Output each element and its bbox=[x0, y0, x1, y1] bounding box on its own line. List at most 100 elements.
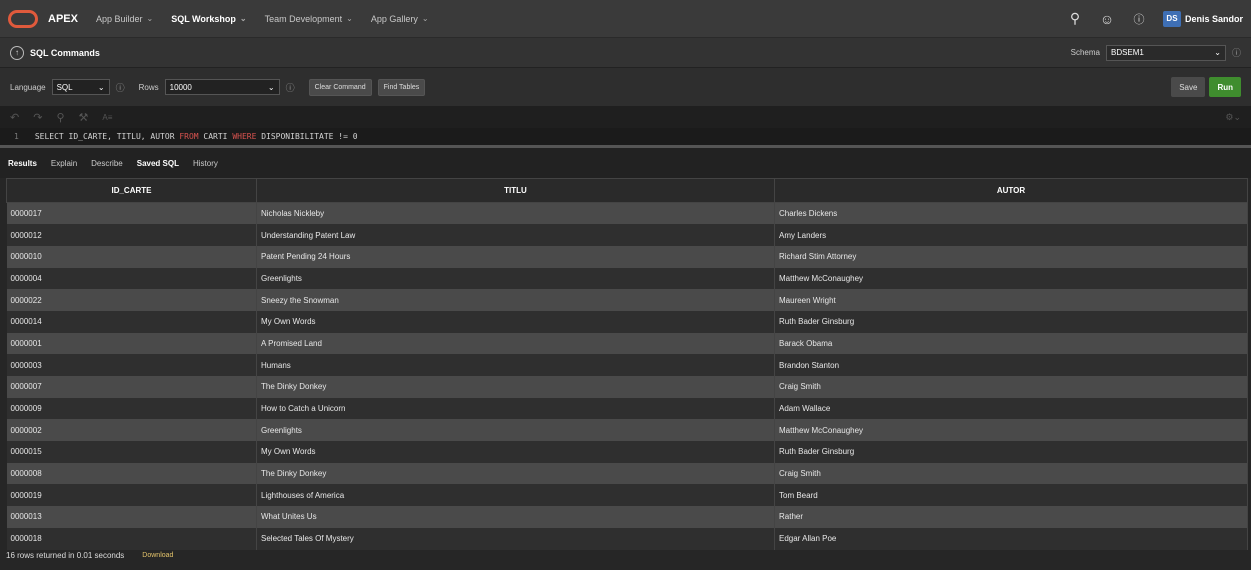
apex-logo-icon[interactable] bbox=[8, 9, 38, 28]
table-row: 0000018 Selected Tales Of Mystery Edgar Al… bbox=[6, 527, 1248, 550]
table-row: 0000007 The Dinky Donkey Craig Smith bbox=[6, 376, 1248, 398]
table-cell: Greenlights bbox=[256, 267, 775, 290]
chevron-down-icon: ⌄ bbox=[239, 14, 247, 23]
sql-part: CARTI bbox=[198, 132, 233, 141]
format-icon[interactable]: A≡ bbox=[102, 113, 112, 122]
table-row: 0000015 My Own Words Ruth Bader Ginsburg bbox=[6, 441, 1248, 463]
chevron-down-icon: ⌄ bbox=[1214, 48, 1221, 57]
table-cell: Barack Obama bbox=[774, 332, 1248, 355]
table-cell: 0000022 bbox=[6, 289, 257, 311]
status-bar: 16 rows returned in 0.01 seconds Downloa… bbox=[0, 550, 1251, 562]
table-cell: My Own Words bbox=[256, 441, 775, 463]
nav-label: App Builder bbox=[95, 13, 143, 24]
chevron-down-icon: ⌄ bbox=[346, 14, 353, 23]
table-cell: Lighthouses of America bbox=[256, 484, 775, 507]
user-menu[interactable]: DS Denis Sandor bbox=[1162, 10, 1243, 27]
search-icon[interactable]: ⚲ bbox=[56, 111, 64, 124]
wrench-icon[interactable]: ⚒ bbox=[79, 111, 89, 124]
table-cell: Tom Beard bbox=[774, 484, 1248, 507]
sql-keyword: WHERE bbox=[232, 132, 257, 141]
nav-label: Team Development bbox=[264, 13, 343, 24]
row-count-status: 16 rows returned in 0.01 seconds bbox=[6, 551, 125, 560]
table-cell: Richard Stim Attorney bbox=[774, 245, 1248, 268]
table-row: 0000012 Understanding Patent Law Amy Lande… bbox=[6, 224, 1248, 246]
help-icon[interactable]: ⓘ bbox=[286, 81, 295, 94]
nav-app-builder[interactable]: App Builder ⌄ bbox=[96, 14, 153, 24]
table-cell: Selected Tales Of Mystery bbox=[256, 527, 775, 550]
clear-command-button[interactable]: Clear Command bbox=[308, 78, 372, 96]
table-cell: Maureen Wright bbox=[774, 289, 1248, 311]
nav-app-gallery[interactable]: App Gallery ⌄ bbox=[371, 14, 429, 24]
tab-history[interactable]: History bbox=[193, 159, 218, 168]
line-number: 1 bbox=[14, 132, 19, 141]
help-icon[interactable]: ⓘ bbox=[116, 81, 125, 94]
result-tabs: Results Explain Describe Saved SQL Histo… bbox=[0, 148, 1251, 178]
search-icon[interactable]: ⚲ bbox=[1067, 10, 1083, 27]
schema-value: BDSEM1 bbox=[1110, 48, 1144, 57]
table-cell: 0000003 bbox=[6, 354, 257, 376]
table-cell: 0000018 bbox=[6, 527, 257, 550]
language-select[interactable]: SQL ⌄ bbox=[51, 79, 110, 95]
nav-team-development[interactable]: Team Development ⌄ bbox=[265, 14, 353, 24]
nav-label: App Gallery bbox=[370, 13, 418, 24]
sql-part: DISPONIBILITATE != 0 bbox=[256, 132, 358, 141]
table-row: 0000022 Sneezy the Snowman Maureen Wright bbox=[6, 289, 1248, 311]
command-toolbar: Language SQL ⌄ ⓘ Rows 10000 ⌄ ⓘ Clear Co… bbox=[0, 68, 1251, 106]
save-button[interactable]: Save bbox=[1171, 77, 1206, 97]
arrow-up-icon[interactable]: ↑ bbox=[10, 45, 24, 60]
tab-describe[interactable]: Describe bbox=[91, 159, 123, 168]
table-cell: Nicholas Nickleby bbox=[256, 202, 775, 225]
column-header-id-carte: ID_CARTE bbox=[6, 178, 257, 203]
nav-label: SQL Workshop bbox=[171, 13, 236, 24]
table-body: 0000017 Nicholas Nickleby Charles Dickens 0… bbox=[6, 202, 1248, 550]
table-cell: Charles Dickens bbox=[774, 202, 1248, 225]
table-row: 0000014 My Own Words Ruth Bader Ginsburg bbox=[6, 310, 1248, 333]
tab-explain[interactable]: Explain bbox=[51, 159, 77, 168]
table-row: 0000003 Humans Brandon Stanton bbox=[6, 354, 1248, 376]
table-cell: 0000019 bbox=[6, 484, 257, 507]
find-tables-button[interactable]: Find Tables bbox=[377, 78, 426, 96]
table-cell: 0000014 bbox=[6, 310, 257, 333]
table-cell: 0000001 bbox=[6, 332, 257, 355]
table-cell: Humans bbox=[256, 354, 775, 376]
download-link[interactable]: Download bbox=[142, 552, 173, 559]
table-cell: Patent Pending 24 Hours bbox=[256, 245, 775, 268]
sql-editor[interactable]: 1 SELECT ID_CARTE, TITLU, AUTOR FROM CAR… bbox=[0, 128, 1251, 148]
table-cell: Ruth Bader Ginsburg bbox=[774, 310, 1248, 333]
table-cell: Brandon Stanton bbox=[774, 354, 1248, 376]
table-cell: The Dinky Donkey bbox=[256, 462, 775, 485]
gear-icon[interactable]: ⚙⌄ bbox=[1225, 112, 1241, 123]
redo-icon[interactable]: ↷ bbox=[33, 111, 42, 124]
page-header: ↑ SQL Commands Schema BDSEM1 ⌄ ⓘ bbox=[0, 38, 1251, 68]
help-icon[interactable]: ⓘ bbox=[1232, 46, 1241, 59]
table-row: 0000001 A Promised Land Barack Obama bbox=[6, 332, 1248, 355]
user-share-icon[interactable]: ☺ bbox=[1099, 11, 1115, 27]
table-cell: Craig Smith bbox=[774, 462, 1248, 485]
rows-select[interactable]: 10000 ⌄ bbox=[164, 79, 280, 95]
sql-part: SELECT ID_CARTE, TITLU, AUTOR bbox=[34, 132, 180, 141]
nav-sql-workshop[interactable]: SQL Workshop ⌄ bbox=[171, 14, 246, 24]
table-cell: Sneezy the Snowman bbox=[256, 289, 775, 311]
avatar: DS bbox=[1162, 10, 1181, 27]
table-cell: Rather bbox=[774, 506, 1248, 528]
tab-saved-sql[interactable]: Saved SQL bbox=[137, 159, 179, 168]
table-cell: Matthew McConaughey bbox=[774, 267, 1248, 290]
table-row: 0000019 Lighthouses of America Tom Beard bbox=[6, 484, 1248, 507]
brand-name[interactable]: APEX bbox=[48, 13, 78, 25]
language-value: SQL bbox=[56, 82, 73, 92]
run-button[interactable]: Run bbox=[1209, 77, 1241, 97]
sql-text[interactable]: SELECT ID_CARTE, TITLU, AUTOR FROM CARTI… bbox=[35, 132, 358, 141]
tab-results[interactable]: Results bbox=[8, 159, 37, 168]
table-cell: What Unites Us bbox=[256, 506, 775, 528]
rows-label: Rows bbox=[138, 82, 159, 92]
table-cell: Craig Smith bbox=[774, 376, 1248, 398]
undo-icon[interactable]: ↶ bbox=[10, 111, 19, 124]
help-icon[interactable]: ⓘ bbox=[1131, 11, 1147, 27]
table-cell: 0000015 bbox=[6, 441, 257, 463]
table-cell: Amy Landers bbox=[774, 224, 1248, 246]
schema-select[interactable]: BDSEM1 ⌄ bbox=[1105, 44, 1226, 61]
column-header-autor: AUTOR bbox=[774, 178, 1248, 203]
table-cell: 0000002 bbox=[6, 419, 257, 442]
table-cell: 0000009 bbox=[6, 397, 257, 420]
column-header-titlu: TITLU bbox=[256, 178, 775, 203]
